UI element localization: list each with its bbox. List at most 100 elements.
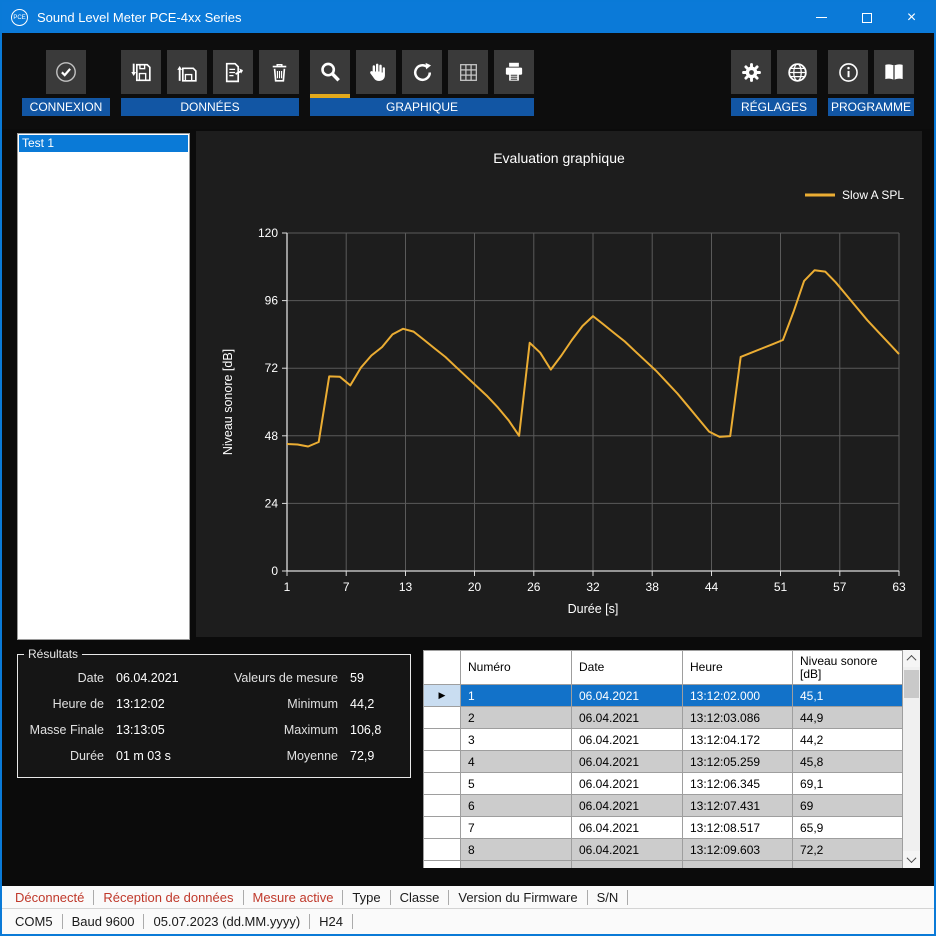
print-button[interactable]	[494, 50, 534, 94]
row-selector[interactable]	[424, 795, 461, 817]
cell[interactable]: 06.04.2021	[572, 707, 683, 729]
cell[interactable]: 06.04.2021	[572, 795, 683, 817]
row-selector[interactable]	[424, 839, 461, 861]
status-item: Classe	[391, 890, 450, 905]
result-label: Maximum	[228, 723, 338, 737]
x-tick-label: 63	[892, 580, 906, 594]
status-item: Version du Firmware	[449, 890, 587, 905]
table-row[interactable]: 306.04.202113:12:04.17244,2	[424, 729, 903, 751]
open-button[interactable]	[167, 50, 207, 94]
cell[interactable]: 13:12:02.000	[683, 685, 793, 707]
info-icon	[836, 60, 861, 85]
table-row[interactable]: ▶106.04.202113:12:02.00045,1	[424, 685, 903, 707]
row-selector[interactable]	[424, 773, 461, 795]
status-item: Réception de données	[94, 890, 243, 905]
table-row[interactable]: 606.04.202113:12:07.43169	[424, 795, 903, 817]
scrollbar-thumb[interactable]	[904, 670, 919, 698]
scrollbar-down-button[interactable]	[903, 851, 920, 868]
printer-icon	[501, 59, 527, 85]
cell[interactable]: 13:12:04.172	[683, 729, 793, 751]
cell[interactable]: 65,9	[793, 817, 903, 839]
settings-button[interactable]	[731, 50, 771, 94]
toolbar-group-graphique: GRAPHIQUE	[310, 50, 534, 116]
list-item-test1[interactable]: Test 1	[19, 135, 188, 152]
row-selector[interactable]	[424, 817, 461, 839]
column-header-heure[interactable]: Heure	[683, 651, 793, 685]
cell[interactable]: 72,2	[793, 839, 903, 861]
cell[interactable]: 69	[793, 795, 903, 817]
x-tick-label: 7	[343, 580, 350, 594]
table-row[interactable]: 806.04.202113:12:09.60372,2	[424, 839, 903, 861]
close-button[interactable]: ×	[889, 2, 934, 33]
grid-toggle-button[interactable]	[448, 50, 488, 94]
info-button[interactable]	[828, 50, 868, 94]
row-selector[interactable]	[424, 707, 461, 729]
table-row[interactable]: 206.04.202113:12:03.08644,9	[424, 707, 903, 729]
cell[interactable]: 44,2	[793, 729, 903, 751]
cell[interactable]: 13:12:09.603	[683, 839, 793, 861]
cell[interactable]: 1	[461, 685, 572, 707]
save-button[interactable]	[121, 50, 161, 94]
row-selector[interactable]	[424, 729, 461, 751]
y-tick-label: 72	[265, 361, 279, 375]
table-row[interactable]: 506.04.202113:12:06.34569,1	[424, 773, 903, 795]
save-disk-icon	[129, 60, 154, 85]
cell[interactable]: 2	[461, 707, 572, 729]
table-row-clipped[interactable]	[424, 861, 903, 869]
result-value: 01 m 03 s	[116, 749, 216, 763]
cell[interactable]: 7	[461, 817, 572, 839]
chart[interactable]: 17132026323844515763024487296120Evaluati…	[196, 131, 922, 637]
cell[interactable]: 4	[461, 751, 572, 773]
scrollbar-up-button[interactable]	[903, 650, 920, 667]
manual-button[interactable]	[874, 50, 914, 94]
cell[interactable]: 13:12:03.086	[683, 707, 793, 729]
x-tick-label: 38	[646, 580, 660, 594]
result-label: Heure de	[26, 697, 104, 711]
maximize-button[interactable]	[844, 2, 889, 33]
chart-canvas[interactable]: 17132026323844515763024487296120Evaluati…	[196, 131, 922, 642]
reset-view-button[interactable]	[402, 50, 442, 94]
cell[interactable]: 13:12:05.259	[683, 751, 793, 773]
delete-button[interactable]	[259, 50, 299, 94]
cell[interactable]: 06.04.2021	[572, 773, 683, 795]
cell[interactable]: 13:12:08.517	[683, 817, 793, 839]
export-button[interactable]	[213, 50, 253, 94]
book-icon	[881, 59, 907, 85]
cell[interactable]: 6	[461, 795, 572, 817]
cell[interactable]: 44,9	[793, 707, 903, 729]
cell[interactable]: 06.04.2021	[572, 839, 683, 861]
toolbar-group-label: PROGRAMME	[828, 98, 914, 116]
cell[interactable]: 8	[461, 839, 572, 861]
row-selector[interactable]: ▶	[424, 685, 461, 707]
table-row[interactable]: 706.04.202113:12:08.51765,9	[424, 817, 903, 839]
cell[interactable]: 06.04.2021	[572, 751, 683, 773]
cell[interactable]: 69,1	[793, 773, 903, 795]
cell[interactable]: 06.04.2021	[572, 729, 683, 751]
column-header-niveau[interactable]: Niveau sonore [dB]	[793, 651, 903, 685]
row-selector[interactable]	[424, 751, 461, 773]
cell[interactable]: 06.04.2021	[572, 817, 683, 839]
vertical-scrollbar[interactable]	[903, 650, 920, 868]
x-tick-label: 13	[399, 580, 413, 594]
zoom-tool-button[interactable]	[310, 50, 350, 94]
table-row[interactable]: 406.04.202113:12:05.25945,8	[424, 751, 903, 773]
connect-button[interactable]	[46, 50, 86, 94]
column-header-date[interactable]: Date	[572, 651, 683, 685]
cell[interactable]: 45,1	[793, 685, 903, 707]
cell[interactable]: 13:12:07.431	[683, 795, 793, 817]
status-bar-bottom: COM5Baud 960005.07.2023 (dd.MM.yyyy)H24	[2, 909, 934, 934]
chevron-up-icon	[907, 655, 917, 665]
cell[interactable]: 3	[461, 729, 572, 751]
language-button[interactable]	[777, 50, 817, 94]
cell[interactable]: 06.04.2021	[572, 685, 683, 707]
result-value: 59	[350, 671, 410, 685]
pan-tool-button[interactable]	[356, 50, 396, 94]
x-tick-label: 20	[468, 580, 482, 594]
corner-header	[424, 651, 461, 685]
cell[interactable]: 13:12:06.345	[683, 773, 793, 795]
column-header-numero[interactable]: Numéro	[461, 651, 572, 685]
cell[interactable]: 45,8	[793, 751, 903, 773]
cell[interactable]: 5	[461, 773, 572, 795]
window-controls: ×	[799, 2, 934, 33]
minimize-button[interactable]	[799, 2, 844, 33]
